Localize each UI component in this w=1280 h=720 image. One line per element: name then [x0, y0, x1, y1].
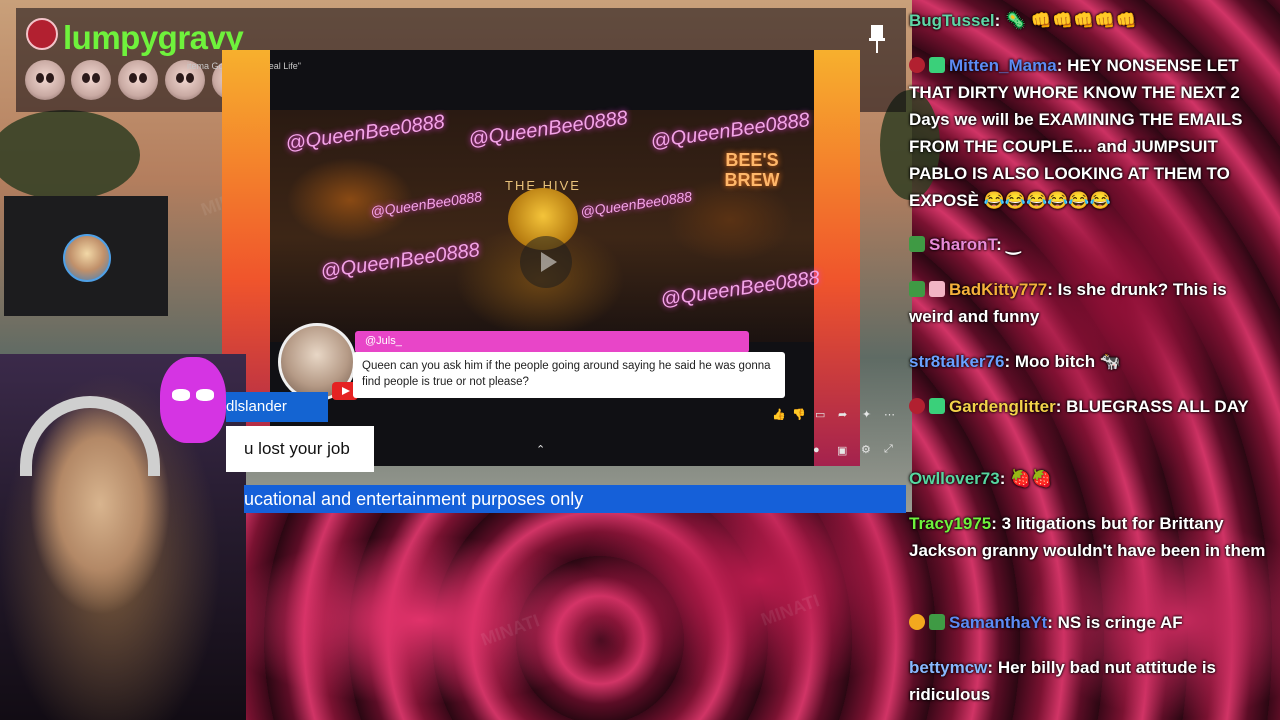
- chat-emotes: 🦠 👊👊👊👊👊: [1005, 11, 1137, 30]
- mod-badge-icon: [909, 57, 925, 73]
- chat-text: ‿: [1006, 235, 1021, 254]
- emote-face-icon: [71, 60, 111, 100]
- captions-icon[interactable]: ▣: [837, 444, 847, 457]
- remix-icon[interactable]: ✦: [862, 408, 871, 421]
- chat-username[interactable]: SharonT: [929, 235, 996, 254]
- chat-username[interactable]: Tracy1975: [909, 514, 991, 533]
- comments-icon[interactable]: ▭: [815, 408, 825, 421]
- play-icon[interactable]: [520, 236, 572, 288]
- chat-message: SharonT: ‿: [909, 231, 1271, 258]
- chat-text: Moo bitch 🐄: [1014, 352, 1122, 371]
- chat-message: Owllover73: 🍓🍓: [909, 469, 1053, 488]
- chat-username[interactable]: SamanthaYt: [949, 613, 1047, 632]
- guest-avatar: [63, 234, 111, 282]
- chat-username[interactable]: bettymcw: [909, 658, 987, 677]
- gift-badge-icon: [929, 398, 945, 414]
- comment-header: [355, 331, 749, 353]
- disclaimer-ticker: ucational and entertainment purposes onl…: [244, 485, 906, 513]
- chat-message: str8talker76: Moo bitch 🐄: [909, 352, 1122, 371]
- leaf-badge-icon: [909, 236, 925, 252]
- video-side-gradient-right: [814, 50, 860, 466]
- mod-badge-icon: [909, 398, 925, 414]
- leaf-badge-icon: [909, 281, 925, 297]
- chat-text: NS is cringe AF: [1057, 613, 1183, 632]
- chat-message: SamanthaYt: NS is cringe AF: [909, 609, 1271, 636]
- chat-username[interactable]: str8talker76: [909, 352, 1004, 371]
- one-badge-icon: [909, 614, 925, 630]
- gift-badge-icon: [929, 281, 945, 297]
- leaf-badge-icon: [929, 614, 945, 630]
- settings-icon[interactable]: ⚙: [861, 443, 871, 456]
- like-icon[interactable]: 👍: [772, 408, 786, 421]
- chat-username[interactable]: Mitten_Mama: [949, 56, 1057, 75]
- pin-icon[interactable]: [868, 24, 886, 54]
- chat-message: Tracy1975: 3 litigations but for Brittan…: [909, 514, 1266, 560]
- comment-username: @Juls_: [365, 335, 402, 347]
- chat-username[interactable]: Owllover73: [909, 469, 1000, 488]
- lower-third-name: dlslander: [226, 392, 328, 422]
- share-icon[interactable]: ➦: [838, 408, 847, 421]
- channel-logo: [26, 18, 58, 50]
- chat-message: BadKitty777: Is she drunk? This is weird…: [909, 280, 1227, 326]
- chat-message: BugTussel: 🦠 👊👊👊👊👊: [909, 11, 1137, 30]
- ski-mask-icon: [160, 357, 226, 443]
- more-icon[interactable]: ⋯: [884, 408, 895, 421]
- lower-third-message: u lost your job: [226, 426, 374, 472]
- bees-brew-sign: BEE'S BREW: [724, 150, 780, 190]
- emote-face-icon: [118, 60, 158, 100]
- chat-text: BLUEGRASS ALL DAY: [1066, 397, 1249, 416]
- record-icon[interactable]: ●: [813, 444, 820, 456]
- gift-badge-icon: [929, 57, 945, 73]
- emote-face-icon: [25, 60, 65, 100]
- chat-username[interactable]: Gardenglitter: [949, 397, 1056, 416]
- chat-message: Gardenglitter: BLUEGRASS ALL DAY: [909, 393, 1271, 420]
- chat-username[interactable]: BadKitty777: [949, 280, 1047, 299]
- channel-name: lumpygravy: [63, 19, 244, 56]
- fullscreen-icon[interactable]: ⤢: [884, 443, 893, 456]
- chat-text: 🍓🍓: [1010, 469, 1053, 488]
- chat-message: bettymcw: Her billy bad nut attitude is …: [909, 658, 1216, 704]
- dislike-icon[interactable]: 👎: [792, 408, 806, 421]
- chat-text: HEY NONSENSE LET THAT DIRTY WHORE KNOW T…: [909, 56, 1243, 210]
- chevron-up-icon[interactable]: ⌃: [536, 443, 545, 456]
- chat-username[interactable]: BugTussel: [909, 11, 995, 30]
- chat-panel: BugTussel: 🦠 👊👊👊👊👊 Mitten_Mama: HEY NONS…: [903, 0, 1280, 720]
- chat-message: Mitten_Mama: HEY NONSENSE LET THAT DIRTY…: [909, 56, 1243, 210]
- comment-text: Queen can you ask him if the people goin…: [362, 360, 771, 388]
